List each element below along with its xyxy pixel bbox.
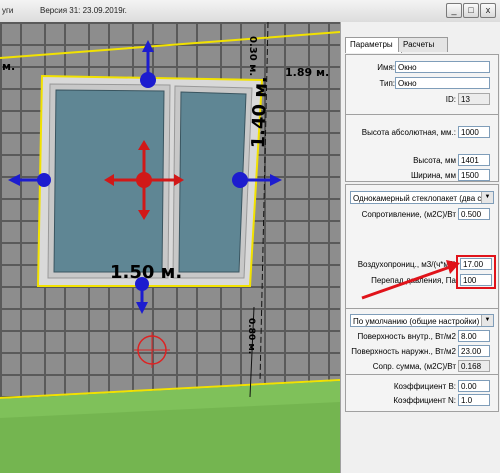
resistance-label: Сопротивление, (м2C)/Вт (361, 210, 456, 219)
surface-mode-select[interactable]: По умолчанию (общие настройки) ▼ (350, 314, 494, 327)
scene-graphics (0, 22, 340, 473)
width-field[interactable]: 1500 (458, 169, 490, 181)
dimension-right-label: 1.89 м. (285, 66, 330, 79)
version-label: Версия 31: 23.09.2019г. (40, 6, 127, 15)
dimension-width-label: 1.50 м. (110, 262, 183, 283)
coef-b-label: Коэффициент B: (393, 382, 456, 391)
resistance-sum-label: Сопр. сумма, (м2C)/Вт (372, 362, 456, 371)
pressure-drop-label: Перепад давления, Па (371, 276, 456, 285)
move-left-arrow (8, 174, 20, 186)
coef-b-field[interactable]: 0.00 (458, 380, 490, 392)
dimension-top-label: 0.30 м. (247, 36, 258, 77)
move-down-arrow (136, 302, 148, 314)
abs-height-label: Высота абсолютная, мм.: (361, 128, 456, 137)
tab-parameters[interactable]: Параметры (345, 37, 402, 53)
abs-height-field[interactable]: 1000 (458, 126, 490, 138)
tab-calculations[interactable]: Расчеты (398, 37, 448, 52)
move-right-arrow (270, 174, 282, 186)
id-field: 13 (458, 93, 490, 105)
chevron-down-icon: ▼ (481, 315, 493, 326)
outer-surface-field[interactable]: 23.00 (458, 345, 490, 357)
dimension-left-label: м. (2, 60, 16, 73)
glazing-group: Однокамерный стеклопакет (два с ▼ Сопрот… (345, 184, 499, 318)
name-field[interactable]: Окно (395, 61, 490, 73)
type-label: Тип: (379, 79, 395, 88)
inner-surface-label: Поверхность внутр., Вт/м2 (357, 332, 456, 341)
coefficients-group: Коэффициент B: 0.00 Коэффициент N: 1.0 (345, 374, 499, 412)
move-left-handle (37, 173, 51, 187)
coef-n-field[interactable]: 1.0 (458, 394, 490, 406)
glazing-type-select[interactable]: Однокамерный стеклопакет (два с ▼ (350, 191, 494, 204)
width-label: Ширина, мм (410, 171, 456, 180)
name-label: Имя: (377, 63, 395, 72)
resistance-sum-field: 0.168 (458, 360, 490, 372)
outer-surface-label: Поверхность наружн., Вт/м2 (351, 347, 456, 356)
id-label: ID: (445, 95, 456, 104)
parameters-panel: Параметры Расчеты Имя: Окно Тип: Окно ID… (340, 22, 500, 473)
resistance-field[interactable]: 0.500 (458, 208, 490, 220)
dimension-height-label: 1.40 м. (248, 75, 272, 149)
close-button[interactable]: x (480, 3, 496, 18)
3d-viewport[interactable]: м. 0.30 м. 1.89 м. 1.40 м. 1.50 м. 0.80 … (0, 22, 340, 473)
move-right-handle (232, 172, 248, 188)
height-label: Высота, мм (413, 156, 456, 165)
size-group: Высота абсолютная, мм.: 1000 Высота, мм … (345, 114, 499, 182)
chevron-down-icon: ▼ (481, 192, 493, 203)
title-bar: уги Версия 31: 23.09.2019г. _ □ x (0, 0, 500, 23)
inner-surface-field[interactable]: 8.00 (458, 330, 490, 342)
move-up-handle (140, 72, 156, 88)
height-field[interactable]: 1401 (458, 154, 490, 166)
maximize-button[interactable]: □ (463, 3, 479, 18)
coef-n-label: Коэффициент N: (393, 396, 456, 405)
minimize-button[interactable]: _ (446, 3, 462, 18)
air-permeability-label: Воздухопрониц., м3/(ч*м2) (357, 260, 456, 269)
dimension-bottom-label: 0.80 м. (246, 318, 256, 355)
type-field[interactable]: Окно (395, 77, 490, 89)
wall-top-edge (0, 31, 340, 59)
menu-fragment[interactable]: уги (2, 6, 13, 15)
center-move-handle (136, 172, 152, 188)
highlight-box (456, 255, 496, 289)
